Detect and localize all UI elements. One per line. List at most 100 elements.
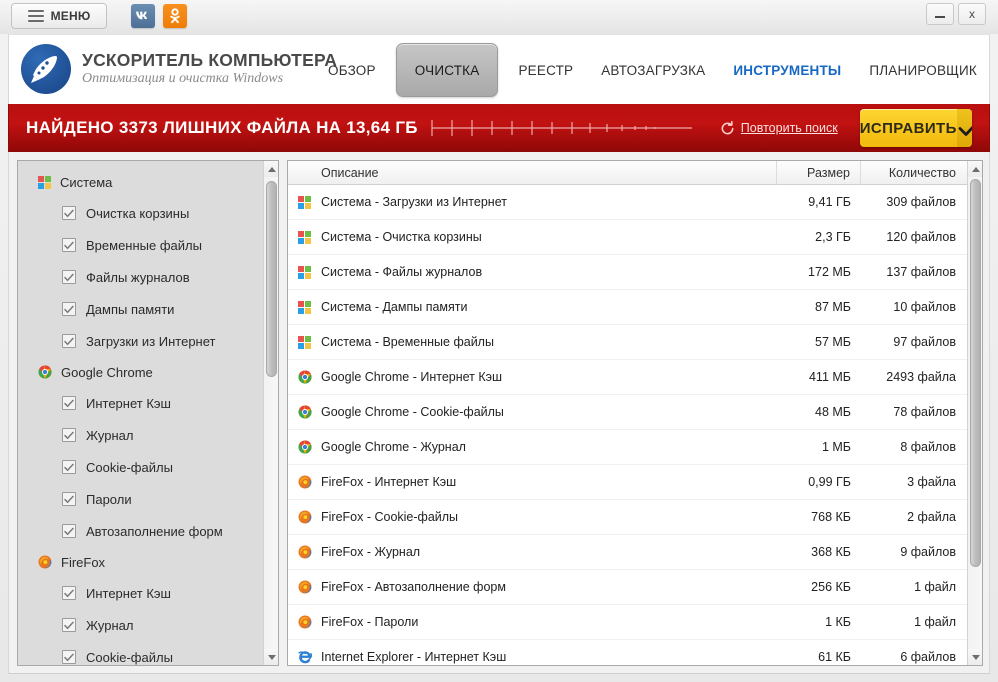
row-description: FireFox - Автозаполнение форм (321, 580, 506, 594)
row-description: FireFox - Интернет Кэш (321, 475, 457, 489)
tree-item-checkbox[interactable] (62, 460, 76, 474)
firefox-icon (298, 615, 311, 629)
table-row[interactable]: Система - Файлы журналов 172 МБ 137 файлов (288, 255, 969, 290)
tree-item-label: Пароли (86, 491, 132, 507)
table-row[interactable]: Система - Загрузки из Интернет 9,41 ГБ 309… (288, 185, 969, 220)
tree-scroll-down-button[interactable] (264, 649, 278, 665)
tree-scroll-thumb[interactable] (266, 181, 277, 377)
brand-logo[interactable]: УСКОРИТЕЛЬ КОМПЬЮТЕРА Оптимизация и очис… (21, 44, 337, 94)
row-description: Система - Временные файлы (321, 335, 494, 349)
column-header-size[interactable]: Размер (777, 161, 861, 185)
tree-group-1[interactable]: Google Chrome (18, 357, 264, 387)
tree-item[interactable]: Cookie-файлы (18, 451, 264, 483)
table-row[interactable]: FireFox - Пароли 1 КБ 1 файл (288, 605, 969, 640)
tree-item[interactable]: Очистка корзины (18, 197, 264, 229)
menu-button[interactable]: МЕНЮ (11, 3, 107, 29)
tree-item-checkbox[interactable] (62, 238, 76, 252)
list-scrollbar[interactable] (967, 161, 982, 665)
table-row[interactable]: Система - Временные файлы 57 МБ 97 файлов (288, 325, 969, 360)
row-icon (288, 545, 321, 559)
table-row[interactable]: Google Chrome - Интернет Кэш 411 МБ 2493 ф… (288, 360, 969, 395)
row-icon (288, 510, 321, 524)
cleanup-categories-tree: Система Очистка корзины Временные файлы Фай… (17, 160, 279, 666)
tree-item-label: Интернет Кэш (86, 395, 171, 411)
refresh-icon (721, 120, 734, 134)
tree-item[interactable]: Cookie-файлы (18, 641, 264, 665)
tree-item-checkbox[interactable] (62, 334, 76, 348)
tree-item[interactable]: Дампы памяти (18, 293, 264, 325)
tree-item[interactable]: Файлы журналов (18, 261, 264, 293)
tree-item-checkbox[interactable] (62, 302, 76, 316)
row-description: Система - Очистка корзины (321, 230, 482, 244)
ok-social-button[interactable] (163, 4, 187, 28)
column-header-description[interactable]: Описание (288, 161, 777, 185)
check-icon (64, 621, 74, 629)
close-icon: x (969, 7, 975, 21)
table-row[interactable]: FireFox - Журнал 368 КБ 9 файлов (288, 535, 969, 570)
tree-item[interactable]: Интернет Кэш (18, 387, 264, 419)
check-icon (64, 589, 74, 597)
table-row[interactable]: Google Chrome - Cookie-файлы 48 МБ 78 файл… (288, 395, 969, 430)
fix-button[interactable]: ИСПРАВИТЬ (859, 109, 972, 147)
tree-item-checkbox[interactable] (62, 618, 76, 632)
table-row[interactable]: Google Chrome - Журнал 1 МБ 8 файлов (288, 430, 969, 465)
nav-tab-cleanup[interactable]: ОЧИСТКА (395, 43, 499, 97)
tree-item[interactable]: Автозаполнение форм (18, 515, 264, 547)
row-icon (288, 649, 321, 665)
list-scroll-thumb[interactable] (970, 179, 981, 567)
firefox-icon (38, 555, 52, 569)
tree-item[interactable]: Загрузки из Интернет (18, 325, 264, 357)
tree-item[interactable]: Журнал (18, 609, 264, 641)
tree-item-checkbox[interactable] (62, 396, 76, 410)
list-scroll-up-button[interactable] (968, 161, 982, 177)
tree-item-label: Файлы журналов (86, 269, 190, 285)
row-description: Система - Дампы памяти (321, 300, 468, 314)
chevron-down-icon (971, 654, 980, 660)
nav-tab-scheduler[interactable]: ПЛАНИРОВЩИК (855, 35, 991, 105)
tree-group-2[interactable]: FireFox (18, 547, 264, 577)
table-row[interactable]: Система - Дампы памяти 87 МБ 10 файлов (288, 290, 969, 325)
row-count: 6 файлов (900, 650, 956, 664)
tree-item-checkbox[interactable] (62, 492, 76, 506)
table-row[interactable]: FireFox - Интернет Кэш 0,99 ГБ 3 файла (288, 465, 969, 500)
row-count: 3 файла (907, 475, 956, 489)
tree-item-checkbox[interactable] (62, 270, 76, 284)
table-row[interactable]: Система - Очистка корзины 2,3 ГБ 120 файло… (288, 220, 969, 255)
tree-item-checkbox[interactable] (62, 206, 76, 220)
table-row[interactable]: FireFox - Cookie-файлы 768 КБ 2 файла (288, 500, 969, 535)
table-row[interactable]: Internet Explorer - Интернет Кэш 61 КБ 6 ф… (288, 640, 969, 665)
firefox-icon (298, 580, 311, 594)
table-row[interactable]: FireFox - Автозаполнение форм 256 КБ 1 фай… (288, 570, 969, 605)
minimize-button[interactable] (926, 3, 954, 25)
row-size: 2,3 ГБ (815, 230, 851, 244)
list-scroll-down-button[interactable] (968, 649, 982, 665)
tree-item-checkbox[interactable] (62, 586, 76, 600)
tree-item-checkbox[interactable] (62, 428, 76, 442)
vk-social-button[interactable] (131, 4, 155, 28)
rescan-button[interactable]: Повторить поиск (720, 120, 838, 136)
tree-scrollbar[interactable] (263, 161, 278, 665)
tree-item-checkbox[interactable] (62, 650, 76, 664)
tree-item-label: Журнал (86, 617, 134, 633)
result-banner: НАЙДЕНО 3373 ЛИШНИХ ФАЙЛА НА 13,64 ГБ По… (8, 104, 990, 152)
tree-item-label: Cookie-файлы (86, 459, 173, 475)
nav-tab-overview[interactable]: ОБЗОР (314, 35, 390, 105)
row-count: 1 файл (914, 580, 956, 594)
nav-tab-autostart[interactable]: АВТОЗАГРУЗКА (587, 35, 719, 105)
tree-scroll-up-button[interactable] (264, 161, 278, 177)
nav-tab-tools[interactable]: ИНСТРУМЕНТЫ (719, 35, 855, 105)
tree-item-checkbox[interactable] (62, 524, 76, 538)
tree-item[interactable]: Пароли (18, 483, 264, 515)
tree-item[interactable]: Журнал (18, 419, 264, 451)
fix-button-label: ИСПРАВИТЬ (859, 119, 957, 137)
row-size: 87 МБ (815, 300, 851, 314)
tree-group-0[interactable]: Система (18, 167, 264, 197)
firefox-icon (298, 545, 311, 559)
column-header-count[interactable]: Количество (861, 161, 968, 185)
rescan-label: Повторить поиск (740, 121, 838, 135)
row-icon (288, 335, 321, 349)
nav-tab-registry[interactable]: РЕЕСТР (504, 35, 587, 105)
close-button[interactable]: x (958, 3, 986, 25)
tree-item[interactable]: Интернет Кэш (18, 577, 264, 609)
tree-item[interactable]: Временные файлы (18, 229, 264, 261)
